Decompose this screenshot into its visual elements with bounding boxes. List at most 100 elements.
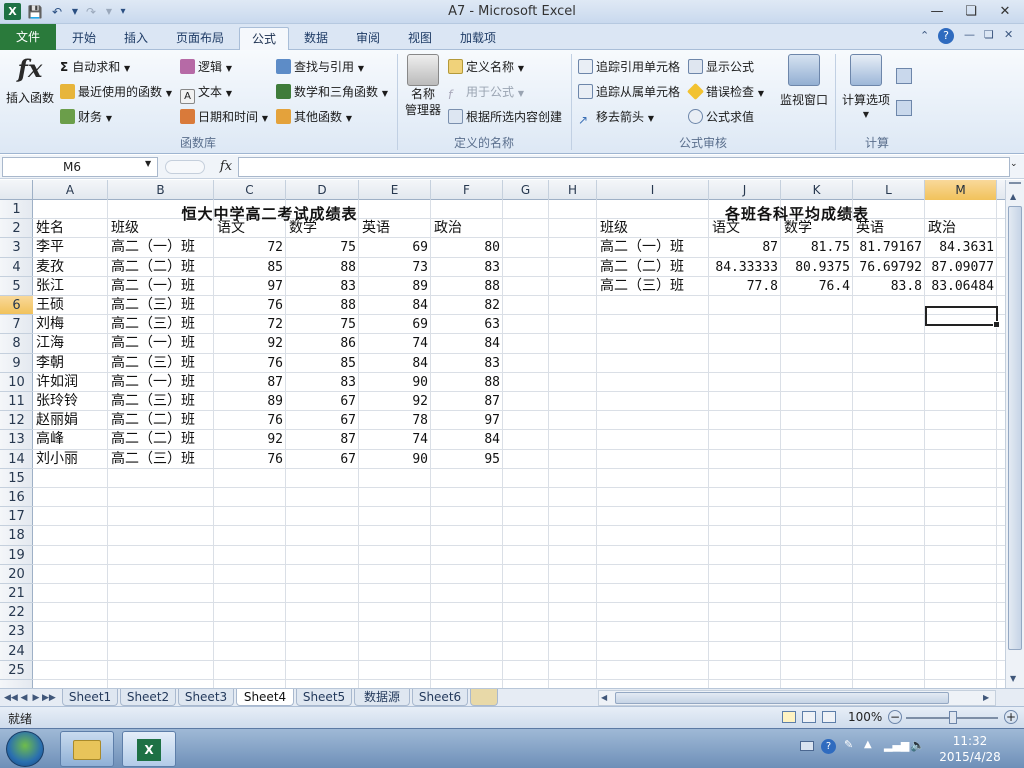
table1-cell[interactable]: 88 xyxy=(286,258,359,277)
table2-cell[interactable]: 84.3631 xyxy=(925,238,997,257)
minimize-ribbon-icon[interactable]: ⌃ xyxy=(920,29,929,42)
horizontal-scroll-thumb[interactable] xyxy=(615,692,949,704)
workbook-restore-icon[interactable]: ❏ xyxy=(984,28,994,41)
row-header-17[interactable]: 17 xyxy=(0,507,33,527)
row-header-20[interactable]: 20 xyxy=(0,565,33,584)
tab-review[interactable]: 审阅 xyxy=(344,27,392,50)
remove-arrows-button[interactable]: ↗ 移去箭头 ▼ xyxy=(578,107,654,127)
table1-cell[interactable]: 88 xyxy=(431,373,503,392)
row-header-22[interactable]: 22 xyxy=(0,603,33,623)
table1-cell[interactable]: 76 xyxy=(214,354,286,373)
workbook-close-icon[interactable]: ✕ xyxy=(1004,28,1013,41)
col-header-c[interactable]: C xyxy=(214,180,286,200)
name-manager-button[interactable]: 名称 管理器 xyxy=(402,54,444,118)
tab-addins[interactable]: 加载项 xyxy=(448,27,508,50)
table2-cell[interactable]: 76.69792 xyxy=(853,258,925,277)
table1-cell[interactable]: 76 xyxy=(214,296,286,315)
table1-cell[interactable]: 赵丽娟 xyxy=(33,411,108,430)
table1-cell[interactable]: 张江 xyxy=(33,277,108,296)
sheet-tab-data-source[interactable]: 数据源 xyxy=(354,689,410,706)
calculate-now-icon[interactable] xyxy=(896,68,912,84)
scroll-down-icon[interactable]: ▼ xyxy=(1010,674,1016,683)
table1-cell[interactable]: 高二（二）班 xyxy=(108,258,214,277)
table1-cell[interactable]: 78 xyxy=(359,411,431,430)
table1-cell[interactable]: 江海 xyxy=(33,334,108,353)
table1-cell[interactable]: 高峰 xyxy=(33,430,108,449)
table2-cell[interactable]: 77.8 xyxy=(709,277,781,296)
table1-cell[interactable]: 高二（一）班 xyxy=(108,334,214,353)
zoom-level[interactable]: 100% xyxy=(848,710,882,724)
table1-cell[interactable]: 84 xyxy=(359,354,431,373)
network-icon[interactable]: ▂▄▆ xyxy=(884,739,909,752)
sheet-tab-sheet5[interactable]: Sheet5 xyxy=(296,689,352,706)
row-header-6[interactable]: 6 xyxy=(0,296,33,316)
table1-cell[interactable]: 69 xyxy=(359,315,431,334)
formula-input[interactable] xyxy=(238,157,1010,177)
financial-button[interactable]: 财务 ▼ xyxy=(60,107,112,127)
table1-cell[interactable]: 高二（一）班 xyxy=(108,373,214,392)
table2-cell[interactable]: 83.06484 xyxy=(925,277,997,296)
table1-cell[interactable]: 高二（三）班 xyxy=(108,315,214,334)
restore-button[interactable]: ❏ xyxy=(958,2,984,21)
vertical-scrollbar[interactable]: ▲ ▼ xyxy=(1005,180,1024,688)
col-header-g[interactable]: G xyxy=(503,180,549,200)
start-button[interactable] xyxy=(6,731,44,767)
row-header-7[interactable]: 7 xyxy=(0,315,33,335)
row-header-14[interactable]: 14 xyxy=(0,450,33,469)
evaluate-formula-button[interactable]: 公式求值 xyxy=(688,107,754,127)
row-header-19[interactable]: 19 xyxy=(0,546,33,565)
table1-cell[interactable]: 97 xyxy=(431,411,503,430)
watch-window-button[interactable]: 监视窗口 xyxy=(776,54,832,110)
first-sheet-icon[interactable]: ◀◀ xyxy=(4,690,18,706)
table1-cell[interactable]: 84 xyxy=(431,334,503,353)
scroll-up-icon[interactable]: ▲ xyxy=(1010,192,1016,201)
row-header-4[interactable]: 4 xyxy=(0,258,33,277)
table1-cell[interactable]: 高二（一）班 xyxy=(108,238,214,257)
table2-cell[interactable]: 83.8 xyxy=(853,277,925,296)
table1-cell[interactable]: 83 xyxy=(431,354,503,373)
row-header-25[interactable]: 25 xyxy=(0,661,33,680)
col-header-e[interactable]: E xyxy=(359,180,431,200)
col-header-i[interactable]: I xyxy=(597,180,709,200)
table1-cell[interactable]: 87 xyxy=(286,430,359,449)
logical-button[interactable]: 逻辑 ▼ xyxy=(180,57,232,77)
row-header-8[interactable]: 8 xyxy=(0,334,33,354)
table1-cell[interactable]: 87 xyxy=(431,392,503,411)
excel-taskbar-button[interactable]: X xyxy=(122,731,176,767)
expand-formula-bar-icon[interactable]: ⌄ xyxy=(1010,159,1018,169)
error-checking-button[interactable]: 错误检查 ▼ xyxy=(687,82,764,102)
table1-cell[interactable]: 王硕 xyxy=(33,296,108,315)
col-header-d[interactable]: D xyxy=(286,180,359,200)
table1-cell[interactable]: 97 xyxy=(214,277,286,296)
tab-file[interactable]: 文件 xyxy=(0,24,56,50)
table2-cell[interactable]: 高二（二）班 xyxy=(597,258,709,277)
table1-cell[interactable]: 92 xyxy=(214,430,286,449)
math-button[interactable]: 数学和三角函数 ▼ xyxy=(276,82,388,102)
table1-cell[interactable]: 76 xyxy=(214,450,286,469)
table1-cell[interactable]: 高二（一）班 xyxy=(108,277,214,296)
row-header-16[interactable]: 16 xyxy=(0,488,33,508)
explorer-taskbar-button[interactable] xyxy=(60,731,114,767)
table1-cell[interactable]: 高二（三）班 xyxy=(108,296,214,315)
table1-cell[interactable]: 76 xyxy=(214,411,286,430)
scroll-right-icon[interactable]: ▶ xyxy=(983,693,989,702)
help-icon[interactable]: ? xyxy=(938,28,954,44)
table1-cell[interactable]: 73 xyxy=(359,258,431,277)
table2-cell[interactable]: 高二（一）班 xyxy=(597,238,709,257)
active-cell-selection[interactable] xyxy=(925,306,1000,328)
table1-cell[interactable]: 85 xyxy=(214,258,286,277)
system-clock[interactable]: 11:32 2015/4/28 xyxy=(930,733,1010,765)
col-header-m[interactable]: M xyxy=(925,180,997,200)
col-header-b[interactable]: B xyxy=(108,180,214,200)
next-sheet-icon[interactable]: ▶ xyxy=(30,690,42,706)
close-button[interactable]: ✕ xyxy=(992,2,1018,21)
table1-cell[interactable]: 90 xyxy=(359,373,431,392)
table1-cell[interactable]: 92 xyxy=(359,392,431,411)
table1-cell[interactable]: 72 xyxy=(214,238,286,257)
page-break-view-icon[interactable] xyxy=(822,711,836,723)
sheet-tab-sheet2[interactable]: Sheet2 xyxy=(120,689,176,706)
table2-cell[interactable]: 87 xyxy=(709,238,781,257)
sheet-tab-sheet1[interactable]: Sheet1 xyxy=(62,689,118,706)
table1-cell[interactable]: 87 xyxy=(214,373,286,392)
col-header-k[interactable]: K xyxy=(781,180,853,200)
